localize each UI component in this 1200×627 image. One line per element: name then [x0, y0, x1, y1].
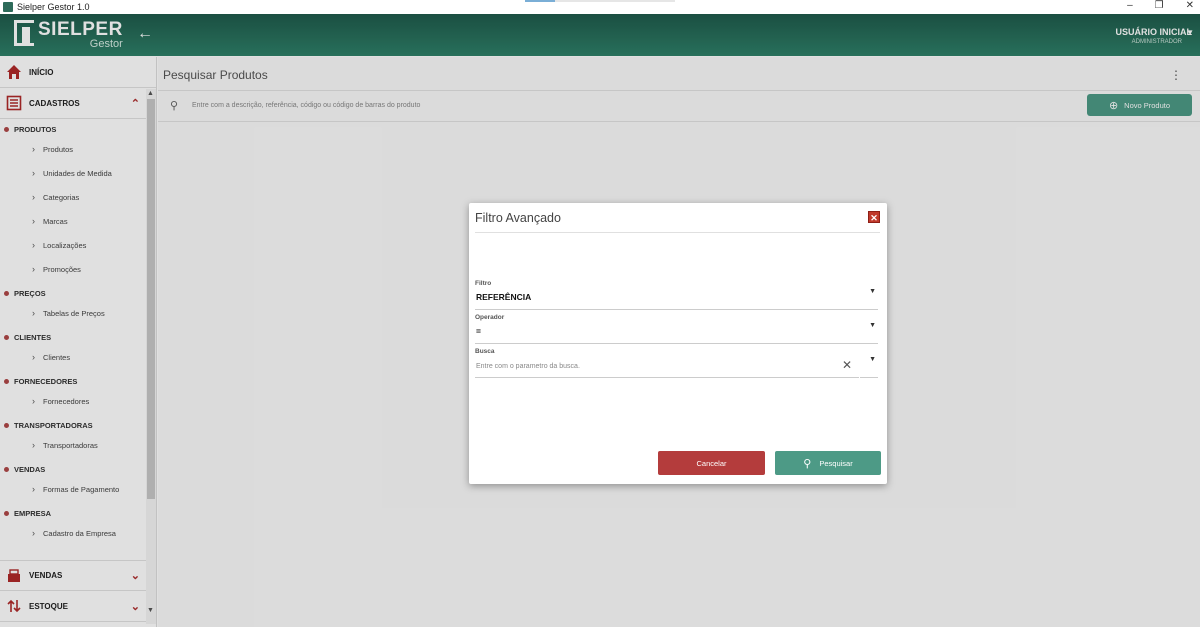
- advanced-filter-dialog: Filtro Avançado ✕ Filtro REFERÊNCIA ▼ Op…: [469, 203, 887, 484]
- search-label: Pesquisar: [819, 458, 853, 468]
- taskbar-indicator: [525, 0, 675, 2]
- restore-button[interactable]: ❐: [1155, 0, 1164, 11]
- minimize-button[interactable]: –: [1127, 0, 1133, 11]
- dropdown-arrow-icon: ▼: [869, 288, 876, 295]
- operador-select[interactable]: Operador = ▼: [475, 314, 878, 344]
- busca-input[interactable]: Entre com o parametro da busca.: [476, 363, 580, 370]
- search-icon: ⚲: [803, 457, 812, 470]
- operador-label: Operador: [475, 314, 505, 321]
- divider: [475, 232, 880, 233]
- close-icon[interactable]: ✕: [868, 211, 880, 223]
- dropdown-arrow-icon[interactable]: ▼: [869, 356, 876, 363]
- window-title: Sielper Gestor 1.0: [17, 2, 90, 12]
- busca-label: Busca: [475, 348, 495, 355]
- window-titlebar: Sielper Gestor 1.0 – ❐ ✕: [0, 0, 1200, 14]
- cancel-label: Cancelar: [696, 458, 727, 468]
- filtro-value: REFERÊNCIA: [476, 292, 532, 302]
- dropdown-arrow-icon: ▼: [869, 322, 876, 329]
- search-button[interactable]: ⚲ Pesquisar: [775, 451, 881, 475]
- operador-value: =: [476, 326, 481, 336]
- busca-field[interactable]: Busca Entre com o parametro da busca. ✕ …: [475, 348, 878, 378]
- cancel-button[interactable]: Cancelar: [658, 451, 765, 475]
- filtro-label: Filtro: [475, 280, 492, 287]
- dialog-title: Filtro Avançado: [475, 211, 561, 225]
- app-icon: [3, 2, 13, 12]
- close-window-button[interactable]: ✕: [1186, 0, 1194, 11]
- filtro-select[interactable]: Filtro REFERÊNCIA ▼: [475, 280, 878, 310]
- clear-icon[interactable]: ✕: [842, 358, 852, 372]
